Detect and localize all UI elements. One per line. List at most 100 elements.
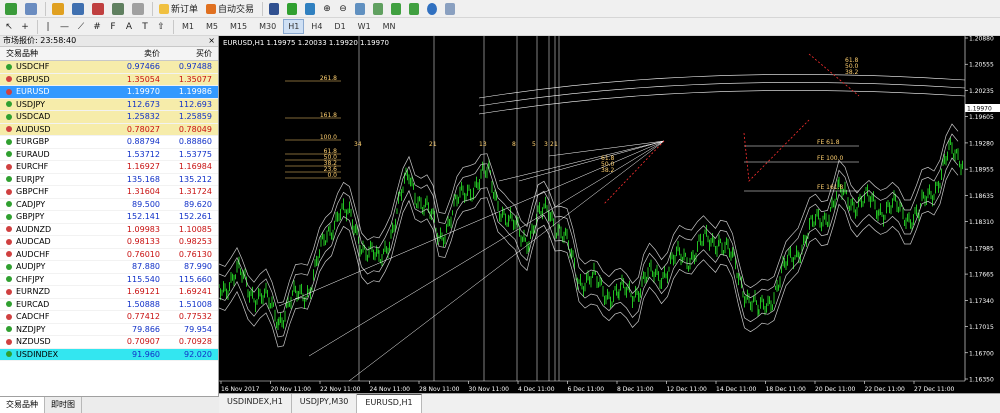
ask-cell: 1.31724 [178, 187, 212, 197]
tile-windows-icon[interactable] [352, 1, 368, 16]
chart-tab-eurusd[interactable]: EURUSD,H1 [357, 394, 422, 413]
label-icon[interactable]: T [138, 19, 152, 34]
market-watch-row[interactable]: AUDUSD 0.78027 0.78049 [0, 123, 218, 136]
market-watch-row[interactable]: AUDCHF 0.76010 0.76130 [0, 248, 218, 261]
new-order-button[interactable]: 新订单 [156, 1, 201, 16]
chart-tab-usdjpy[interactable]: USDJPY,M30 [292, 394, 358, 413]
price-chart[interactable]: EURUSD,H1 1.19975 1.20033 1.19920 1.1997… [219, 36, 1000, 393]
market-watch-row[interactable]: USDJPY 112.673 112.693 [0, 98, 218, 111]
zoom-in-icon[interactable]: ⊕ [320, 1, 334, 16]
market-watch-row[interactable]: USDCAD 1.25832 1.25859 [0, 111, 218, 124]
column-header-ask[interactable]: 买价 [160, 48, 214, 59]
timeframe-m5[interactable]: M5 [201, 19, 223, 34]
timeframe-h1[interactable]: H1 [283, 19, 305, 34]
horizontal-line-icon[interactable]: — [57, 19, 72, 34]
timeframe-h4[interactable]: H4 [306, 19, 327, 34]
time-tick-label: 24 Nov 11:00 [370, 386, 411, 393]
market-watch-row[interactable]: AUDJPY 87.880 87.990 [0, 261, 218, 274]
timeframe-w1[interactable]: W1 [353, 19, 376, 34]
market-watch-row[interactable]: NZDJPY 79.866 79.954 [0, 323, 218, 336]
chart-canvas[interactable]: EURUSD,H1 1.19975 1.20033 1.19920 1.1997… [219, 36, 1000, 393]
chart-shift-icon[interactable] [388, 1, 404, 16]
market-watch-row[interactable]: GBPUSD 1.35054 1.35077 [0, 73, 218, 86]
equidistant-channel-icon[interactable]: # [90, 19, 104, 34]
market-watch-row[interactable]: CADJPY 89.500 89.620 [0, 198, 218, 211]
market-watch-icon[interactable] [49, 1, 67, 16]
price-tick-label: 1.19280 [969, 140, 994, 147]
column-header-symbol[interactable]: 交易品种 [0, 48, 110, 59]
chart-tab-usdindex[interactable]: USDINDEX,H1 [219, 394, 292, 413]
bar-chart-icon[interactable] [266, 1, 282, 16]
symbol-label: EURJPY [16, 174, 45, 184]
symbol-label: EURNZD [16, 287, 51, 297]
market-watch-row[interactable]: EURCAD 1.50888 1.51008 [0, 298, 218, 311]
market-watch-row[interactable]: AUDCAD 0.98133 0.98253 [0, 236, 218, 249]
market-watch-row[interactable]: CHFJPY 115.540 115.660 [0, 273, 218, 286]
market-watch-row[interactable]: AUDNZD 1.09983 1.10085 [0, 223, 218, 236]
market-watch-row[interactable]: EURUSD 1.19970 1.19986 [0, 86, 218, 99]
fibonacci-period-label: 13 [479, 141, 487, 148]
terminal-icon[interactable] [109, 1, 127, 16]
market-watch-tabs: 交易品种 即时图 [0, 396, 219, 413]
fibonacci-icon[interactable]: F [106, 19, 120, 34]
templates-icon[interactable] [442, 1, 458, 16]
symbol-cell: AUDUSD [0, 125, 110, 134]
market-watch-row[interactable]: EURAUD 1.53712 1.53775 [0, 148, 218, 161]
price-down-icon [6, 76, 12, 83]
market-watch-row[interactable]: GBPCHF 1.31604 1.31724 [0, 186, 218, 199]
navigator-icon[interactable] [89, 1, 107, 16]
market-watch-title: 市场报价: 23:58:40 [3, 36, 77, 45]
cursor-icon[interactable]: ↖ [2, 19, 16, 34]
market-watch-row[interactable]: EURNZD 1.69121 1.69241 [0, 286, 218, 299]
autoscroll-icon[interactable] [370, 1, 386, 16]
timeframe-m15[interactable]: M15 [225, 19, 252, 34]
new-chart-icon[interactable] [2, 1, 20, 16]
crosshair-icon[interactable]: + [18, 19, 32, 34]
arrow-icon[interactable]: ⇧ [154, 19, 168, 34]
profiles-icon[interactable] [22, 1, 40, 16]
bid-cell: 0.97466 [126, 62, 160, 72]
fibonacci-fan-line [498, 140, 665, 182]
trendline-icon[interactable]: ⟋ [74, 19, 88, 34]
auto-trade-button[interactable]: 自动交易 [203, 1, 257, 16]
periods-icon[interactable] [424, 1, 440, 16]
bid-cell: 1.35054 [126, 74, 160, 84]
close-icon[interactable]: × [208, 36, 218, 46]
ask-cell: 112.693 [178, 99, 212, 109]
timeframe-m1[interactable]: M1 [177, 19, 199, 34]
price-tick-label: 1.17665 [969, 272, 994, 279]
price-up-icon [6, 276, 12, 283]
auto-trade-icon [206, 3, 217, 14]
market-watch-row[interactable]: NZDUSD 0.70907 0.70928 [0, 336, 218, 349]
symbol-label: EURCHF [16, 162, 49, 172]
indicators-icon[interactable] [406, 1, 422, 16]
data-window-icon[interactable] [69, 1, 87, 16]
market-watch-row[interactable]: CADCHF 0.77412 0.77532 [0, 311, 218, 324]
market-watch-row[interactable]: GBPJPY 152.141 152.261 [0, 211, 218, 224]
zoom-out-icon[interactable]: ⊖ [336, 1, 350, 16]
tab-tick-chart[interactable]: 即时图 [45, 397, 82, 413]
timeframe-d1[interactable]: D1 [329, 19, 350, 34]
chart-header: EURUSD,H1 1.19975 1.20033 1.19920 1.1997… [223, 39, 389, 47]
bid-cell: 79.866 [132, 324, 160, 334]
text-icon[interactable]: A [122, 19, 136, 34]
candlestick-icon[interactable] [284, 1, 300, 16]
price-up-icon [6, 101, 12, 108]
symbol-label: GBPCHF [16, 187, 49, 197]
column-header-bid[interactable]: 卖价 [110, 48, 160, 59]
price-up-icon [6, 63, 12, 70]
market-watch-title-bar: 市场报价: 23:58:40 × [0, 36, 218, 47]
market-watch-row[interactable]: USDCHF 0.97466 0.97488 [0, 61, 218, 74]
vertical-line-icon[interactable]: | [41, 19, 55, 34]
tab-symbols[interactable]: 交易品种 [0, 397, 45, 413]
market-watch-row[interactable]: EURGBP 0.88794 0.88860 [0, 136, 218, 149]
timeframe-m30[interactable]: M30 [254, 19, 281, 34]
line-chart-icon[interactable] [302, 1, 318, 16]
market-watch-row[interactable]: EURCHF 1.16927 1.16984 [0, 161, 218, 174]
time-tick-label: 4 Dec 11:00 [518, 386, 555, 393]
tester-icon[interactable] [129, 1, 147, 16]
market-watch-row[interactable]: EURJPY 135.168 135.212 [0, 173, 218, 186]
timeframe-mn[interactable]: MN [378, 19, 401, 34]
market-watch-row[interactable]: USDINDEX 91.960 92.020 [0, 348, 218, 361]
price-up-icon [6, 351, 12, 358]
